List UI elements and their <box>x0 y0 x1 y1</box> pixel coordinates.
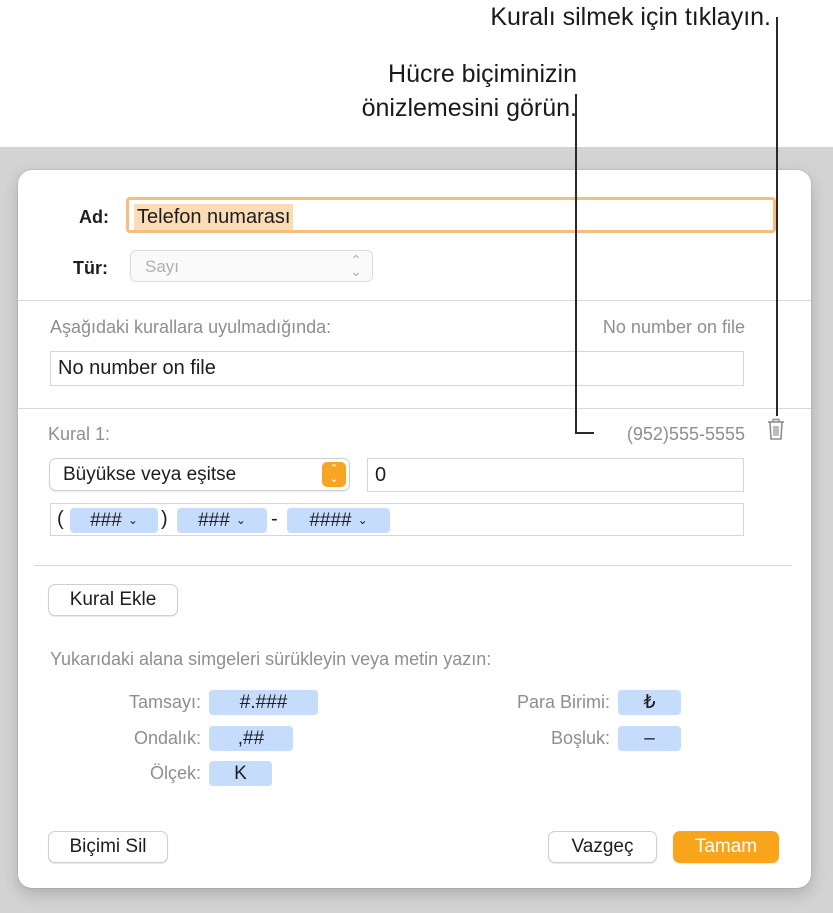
preview-callout-line-2: önizlemesini görün. <box>361 94 577 122</box>
updown-chevron-icon: ⌃ ⌄ <box>322 462 346 487</box>
preview-callout-line-1: Hücre biçiminizin <box>388 60 577 88</box>
delete-callout-leader <box>776 17 778 416</box>
rule-preview: (952)555-5555 <box>626 424 745 444</box>
format-text: ) <box>161 508 168 530</box>
token-label: ### <box>198 510 230 531</box>
space-label: Boşluk: <box>550 728 610 748</box>
decimal-token[interactable]: ,## <box>209 726 293 751</box>
condition-number: 0 <box>375 464 387 486</box>
format-token[interactable]: ### ⌄ <box>70 508 158 533</box>
divider <box>34 565 792 566</box>
chevron-down-icon: ⌄ <box>357 513 368 527</box>
type-select[interactable]: Sayı ⌃ ⌄ <box>130 250 373 282</box>
condition-popup[interactable]: Büyükse veya eşitse ⌃ ⌄ <box>49 458 350 491</box>
ok-button[interactable]: Tamam <box>673 831 779 863</box>
rule-title: Kural 1: <box>48 424 111 444</box>
custom-format-dialog: Ad: Telefon numarası Tür: Sayı ⌃ ⌄ Aşağıd… <box>18 170 811 888</box>
delete-rule-callout: Kuralı silmek için tıklayın. <box>490 3 771 31</box>
updown-chevron-icon: ⌃ ⌄ <box>350 252 362 279</box>
format-text: ( <box>57 508 64 530</box>
fallback-text-field[interactable]: No number on file <box>50 351 744 386</box>
fallback-preview: No number on file <box>602 317 745 337</box>
space-token[interactable]: – <box>618 726 681 751</box>
format-token[interactable]: ### ⌄ <box>177 508 267 533</box>
format-text: - <box>271 508 278 530</box>
preview-callout-leader-tick <box>575 432 594 434</box>
type-label: Tür: <box>73 258 108 278</box>
name-field[interactable]: Telefon numarası <box>126 197 776 233</box>
name-value: Telefon numarası <box>134 204 294 230</box>
trash-icon[interactable] <box>766 417 786 441</box>
format-token[interactable]: #### ⌄ <box>287 508 390 533</box>
currency-label: Para Birimi: <box>516 692 610 712</box>
token-label: #### <box>309 510 352 531</box>
drag-hint: Yukarıdaki alana simgeleri sürükleyin ve… <box>50 649 492 669</box>
divider <box>18 300 811 301</box>
integer-label: Tamsayı: <box>128 692 201 712</box>
decimal-label: Ondalık: <box>133 728 201 748</box>
condition-value: Büyükse veya eşitse <box>63 464 237 485</box>
name-label: Ad: <box>79 207 109 227</box>
token-label: ### <box>90 510 122 531</box>
cancel-button[interactable]: Vazgeç <box>548 831 657 863</box>
type-value: Sayı <box>145 257 180 276</box>
scale-token[interactable]: K <box>209 761 272 786</box>
divider <box>18 408 811 409</box>
chevron-down-icon: ⌄ <box>127 513 138 527</box>
fallback-label: Aşağıdaki kurallara uyulmadığında: <box>50 317 332 337</box>
condition-value-field[interactable]: 0 <box>367 458 744 492</box>
currency-token[interactable]: ₺ <box>618 690 681 715</box>
add-rule-button[interactable]: Kural Ekle <box>48 584 178 616</box>
preview-callout: Hücre biçiminizin önizlemesini görün. <box>217 57 577 125</box>
chevron-down-icon: ⌄ <box>235 513 246 527</box>
integer-token[interactable]: #.### <box>209 690 318 715</box>
fallback-text-value: No number on file <box>58 357 216 379</box>
scale-label: Ölçek: <box>149 763 201 783</box>
preview-callout-leader <box>575 94 577 433</box>
clear-format-button[interactable]: Biçimi Sil <box>48 831 168 863</box>
format-field[interactable]: ( ### ⌄ ) ### ⌄ - #### ⌄ <box>50 503 744 536</box>
